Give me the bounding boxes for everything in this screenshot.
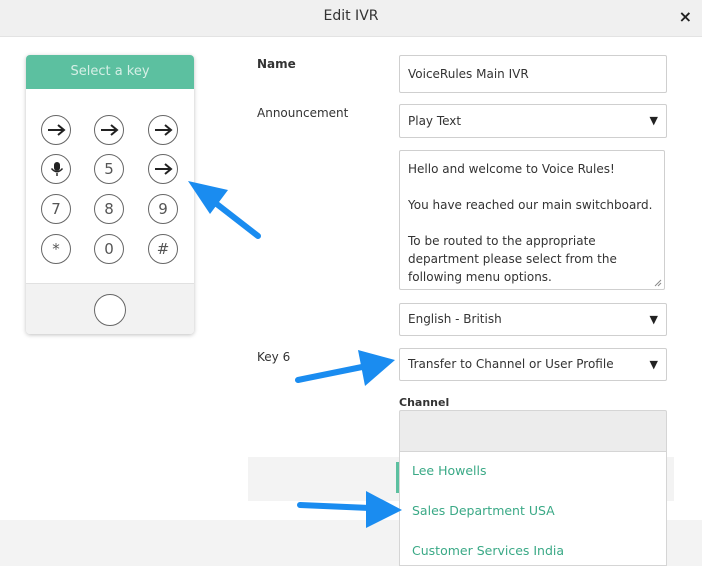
background-panel [667, 457, 674, 501]
key-4-microphone-icon[interactable] [41, 154, 71, 184]
selection-indicator [396, 462, 399, 493]
chevron-down-icon: ▼ [649, 313, 658, 326]
keypad-panel: Select a key 5 7 8 9 * 0 # [26, 55, 194, 334]
dialog-titlebar: Edit IVR × [0, 0, 702, 37]
announcement-text-area[interactable]: Hello and welcome to Voice Rules! You ha… [399, 150, 665, 290]
background-panel [248, 457, 399, 501]
announcement-select[interactable]: Play Text ▼ [399, 104, 667, 138]
channel-option[interactable]: Sales Department USA [412, 503, 555, 518]
name-input-value: VoiceRules Main IVR [408, 67, 529, 81]
close-icon[interactable]: × [679, 9, 692, 25]
announcement-label: Announcement [257, 106, 349, 120]
resize-handle-icon[interactable] [654, 279, 662, 287]
key-6-arrow-icon[interactable] [148, 154, 178, 184]
key-7[interactable]: 7 [41, 194, 71, 224]
key-1-arrow-icon[interactable] [41, 115, 71, 145]
chevron-down-icon: ▼ [649, 358, 658, 371]
key-label: Key 6 [257, 350, 291, 364]
call-button[interactable] [94, 294, 126, 326]
key-5[interactable]: 5 [94, 154, 124, 184]
key-action-select-value: Transfer to Channel or User Profile [408, 357, 614, 371]
text-line: You have reached our main switchboard. [408, 198, 653, 212]
channel-options-list: Lee Howells Sales Department USA Custome… [399, 452, 667, 566]
keypad-header: Select a key [26, 55, 194, 89]
dialog-title: Edit IVR [323, 8, 379, 24]
arrow-annotation-icon [188, 181, 261, 239]
channel-label: Channel [399, 396, 450, 409]
key-9[interactable]: 9 [148, 194, 178, 224]
key-3-arrow-icon[interactable] [148, 115, 178, 145]
keypad-footer [26, 283, 194, 334]
text-line: Hello and welcome to Voice Rules! [408, 162, 615, 176]
channel-option[interactable]: Lee Howells [412, 463, 487, 478]
text-line: To be routed to the appropriate departme… [408, 234, 617, 284]
announcement-select-value: Play Text [408, 114, 462, 128]
key-2-arrow-icon[interactable] [94, 115, 124, 145]
key-star[interactable]: * [41, 234, 71, 264]
name-label: Name [257, 57, 296, 71]
key-0[interactable]: 0 [94, 234, 124, 264]
key-hash[interactable]: # [148, 234, 178, 264]
channel-search-input[interactable] [399, 410, 667, 452]
arrow-annotation-icon [295, 350, 395, 386]
chevron-down-icon: ▼ [649, 114, 658, 127]
language-select[interactable]: English - British ▼ [399, 303, 667, 336]
key-action-select[interactable]: Transfer to Channel or User Profile ▼ [399, 348, 667, 381]
language-select-value: English - British [408, 312, 502, 326]
name-input[interactable]: VoiceRules Main IVR [399, 55, 667, 93]
key-8[interactable]: 8 [94, 194, 124, 224]
channel-option[interactable]: Customer Services India [412, 543, 564, 558]
